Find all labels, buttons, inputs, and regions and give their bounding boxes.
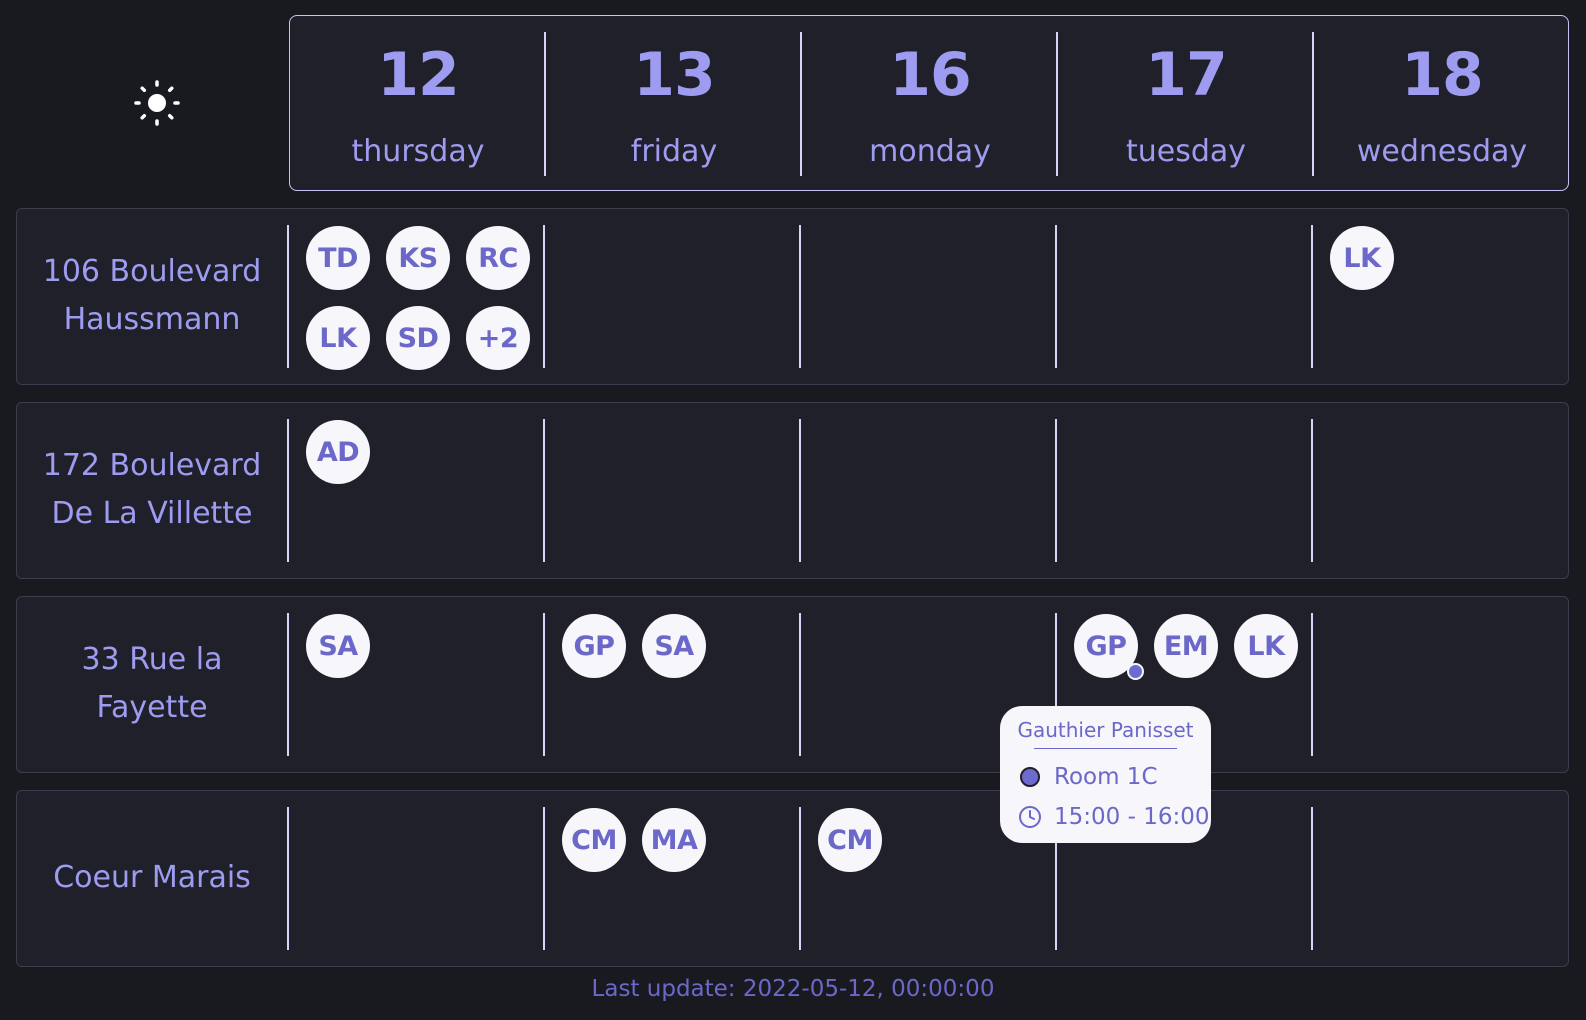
column-divider	[1311, 807, 1313, 950]
site-row-rue-la-fayette: 33 Rue la Fayette SA GP SA GP EM LK	[16, 596, 1569, 773]
day-column-header: 12 thursday	[290, 16, 546, 192]
tooltip-time-row: 15:00 - 16:00	[1018, 804, 1210, 830]
column-divider	[1055, 225, 1057, 368]
column-divider	[1055, 419, 1057, 562]
user-avatar[interactable]: SD	[386, 306, 450, 370]
tooltip-divider	[1034, 748, 1177, 749]
column-divider	[1056, 32, 1058, 176]
site-name: 33 Rue la Fayette	[81, 642, 223, 725]
user-avatar[interactable]: CM	[818, 808, 882, 872]
user-avatar[interactable]: GP	[562, 614, 626, 678]
office-planning-page: 12 thursday 13 friday 16 monday 17 tuesd…	[0, 0, 1586, 1020]
column-divider	[544, 32, 546, 176]
day-column-header: 16 monday	[802, 16, 1058, 192]
site-name: 106 Boulevard Haussmann	[42, 254, 262, 337]
day-name: monday	[869, 134, 991, 169]
user-avatar[interactable]: LK	[1330, 226, 1394, 290]
user-avatar[interactable]: MA	[642, 808, 706, 872]
site-name: 172 Boulevard De La Villette	[42, 448, 262, 531]
column-divider	[543, 807, 545, 950]
site-row-coeur-marais: Coeur Marais CM MA CM	[16, 790, 1569, 967]
day-number: 18	[1401, 40, 1484, 110]
days-header: 12 thursday 13 friday 16 monday 17 tuesd…	[289, 15, 1569, 191]
user-avatar[interactable]: EM	[1154, 614, 1218, 678]
tooltip-room-row: Room 1C	[1018, 764, 1158, 790]
day-name: thursday	[351, 134, 485, 169]
column-divider	[799, 807, 801, 950]
column-divider	[1311, 613, 1313, 756]
tooltip-time: 15:00 - 16:00	[1054, 804, 1210, 830]
user-avatar[interactable]: SA	[306, 614, 370, 678]
last-update-text: Last update: 2022-05-12, 00:00:00	[591, 976, 995, 1002]
user-avatar-hovered[interactable]: GP	[1074, 614, 1144, 680]
site-name: Coeur Marais	[53, 860, 251, 895]
sun-icon	[134, 80, 180, 126]
day-number: 16	[889, 40, 972, 110]
day-number: 13	[633, 40, 716, 110]
day-number: 12	[377, 40, 460, 110]
column-divider	[287, 419, 289, 562]
column-divider	[1312, 32, 1314, 176]
column-divider	[1311, 419, 1313, 562]
column-divider	[1311, 225, 1313, 368]
site-row-boulevard-de-la-villette: 172 Boulevard De La Villette AD	[16, 402, 1569, 579]
column-divider	[800, 32, 802, 176]
day-name: tuesday	[1125, 134, 1247, 169]
column-divider	[543, 613, 545, 756]
column-divider	[543, 419, 545, 562]
room-dot-icon	[1018, 765, 1042, 789]
user-avatar[interactable]: SA	[642, 614, 706, 678]
column-divider	[799, 613, 801, 756]
column-divider	[287, 613, 289, 756]
day-column-header: 13 friday	[546, 16, 802, 192]
tooltip-user-name: Gauthier Panisset	[1017, 718, 1194, 742]
room-indicator-dot	[1127, 663, 1144, 680]
column-divider	[543, 225, 545, 368]
user-avatar[interactable]: CM	[562, 808, 626, 872]
user-avatar[interactable]: TD	[306, 226, 370, 290]
tooltip-room: Room 1C	[1054, 764, 1158, 790]
day-number: 17	[1145, 40, 1228, 110]
day-name: wednesday	[1356, 134, 1528, 169]
day-column-header: 17 tuesday	[1058, 16, 1314, 192]
user-avatar[interactable]: LK	[1234, 614, 1298, 678]
column-divider	[287, 225, 289, 368]
day-column-header: 18 wednesday	[1314, 16, 1570, 192]
user-avatar[interactable]: KS	[386, 226, 450, 290]
booking-tooltip: Gauthier Panisset Room 1C 15:00 - 16:00	[1000, 706, 1211, 843]
column-divider	[799, 225, 801, 368]
theme-toggle-button[interactable]	[133, 79, 181, 127]
more-users-button[interactable]: +2	[466, 306, 530, 370]
user-avatar[interactable]: AD	[306, 420, 370, 484]
day-name: friday	[630, 134, 718, 169]
user-avatar[interactable]: LK	[306, 306, 370, 370]
column-divider	[287, 807, 289, 950]
site-row-boulevard-haussmann: 106 Boulevard Haussmann TD KS RC LK SD +…	[16, 208, 1569, 385]
column-divider	[799, 419, 801, 562]
clock-icon	[1018, 805, 1042, 829]
user-avatar[interactable]: RC	[466, 226, 530, 290]
